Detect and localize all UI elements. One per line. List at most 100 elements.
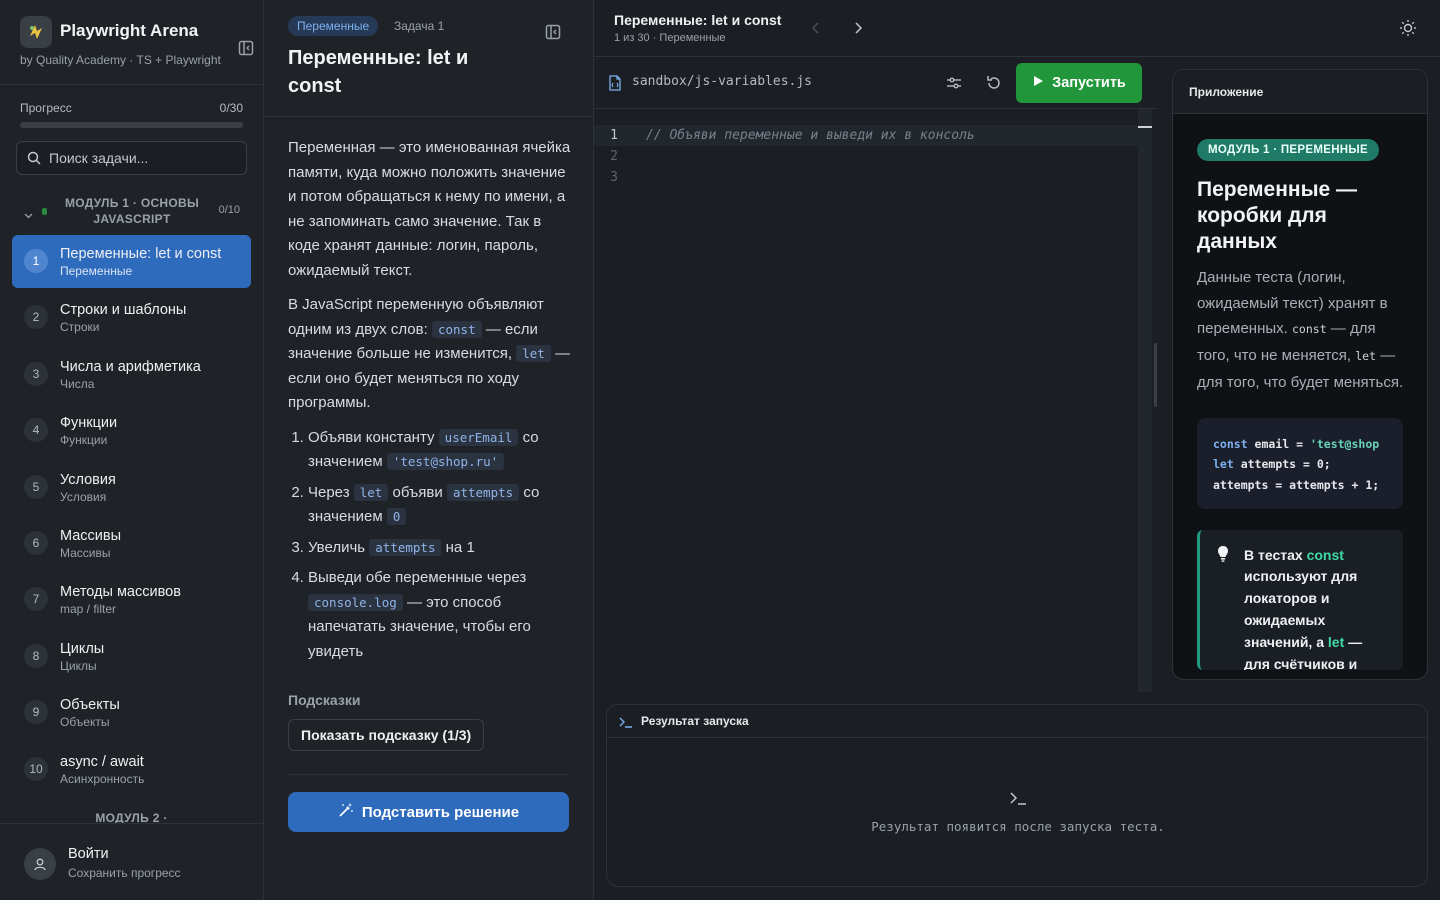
results-empty-message: Результат появится после запуска теста. [871, 819, 1165, 834]
sidebar-task-item[interactable]: 8 Циклы Циклы [12, 630, 251, 683]
task-number-badge: 4 [24, 418, 48, 443]
show-hint-button[interactable]: Показать подсказку (1/3) [288, 719, 485, 751]
module-status-dot [42, 208, 47, 215]
login-button[interactable]: Войти [68, 846, 109, 862]
task-item-title: Числа и арифметика [60, 358, 201, 375]
user-icon [24, 848, 56, 880]
file-name[interactable]: sandbox/js-variables.js [632, 74, 812, 89]
task-item-title: Циклы [60, 640, 105, 657]
task-number-badge: 6 [24, 530, 48, 555]
editor-scrollbar[interactable] [1138, 109, 1152, 692]
task-number-badge: 1 [24, 249, 48, 273]
inline-code: const [431, 320, 482, 338]
brand: Playwright Arena by Quality Academy · TS… [20, 16, 254, 72]
task-number-badge: 9 [24, 700, 48, 725]
task-header: Переменные Задача 1 Переменные: let и co… [264, 0, 593, 117]
collapse-panel-icon[interactable] [545, 24, 561, 43]
preview-title: Приложение [1189, 85, 1264, 99]
topic-badge: Переменные [288, 16, 379, 36]
next-task-icon[interactable] [850, 18, 866, 38]
logo-icon [20, 16, 52, 48]
inline-code: console.log [308, 593, 403, 611]
run-button[interactable]: Запустить [1016, 63, 1142, 103]
sidebar-task-item[interactable]: 6 Массивы Массивы [12, 517, 251, 570]
hints-heading: Подсказки [288, 692, 361, 708]
sidebar-task-item[interactable]: 3 Числа и арифметика Числа [12, 348, 251, 401]
search-input[interactable] [49, 142, 239, 174]
task-number-badge: 2 [24, 305, 48, 330]
tip-text: В тестах const используют для локаторов … [1244, 546, 1363, 670]
brand-title: Playwright Arena [60, 21, 199, 40]
play-icon [1032, 75, 1044, 91]
step-item: Выведи обе переменные через console.log … [308, 566, 573, 664]
current-task-title: Переменные: let и const [614, 12, 782, 28]
insert-solution-label: Подставить решение [361, 803, 520, 821]
module-header[interactable]: МОДУЛЬ 1 · ОСНОВЫ JAVASCRIPT 0/10 [16, 194, 247, 228]
task-title: Переменные: let и const [288, 47, 469, 97]
task-item-title: Объекты [60, 697, 120, 714]
module-badge: МОДУЛЬ 1 · ПЕРЕМЕННЫЕ [1197, 139, 1379, 161]
inline-code: attempts [369, 538, 442, 556]
code-editor: sandbox/js-variables.js Запустить 1 // О… [594, 57, 1158, 692]
task-item-title: async / await [60, 753, 144, 770]
theme-toggle-icon[interactable] [1398, 18, 1418, 38]
task-item-subtitle: Числа [60, 376, 95, 391]
app-preview: Приложение МОДУЛЬ 1 · ПЕРЕМЕННЫЕ Перемен… [1172, 69, 1428, 680]
top-bar: Переменные: let и const 1 из 30 · Переме… [594, 0, 1440, 57]
settings-sliders-icon[interactable] [944, 73, 964, 96]
task-item-subtitle: Циклы [60, 658, 97, 673]
inline-code: attempts [446, 483, 520, 501]
code-line[interactable]: 2 [594, 146, 1152, 167]
panel-resize-handle[interactable] [1154, 343, 1157, 407]
terminal-icon [1009, 790, 1027, 809]
divider [288, 774, 569, 775]
task-item-subtitle: Массивы [60, 545, 111, 560]
task-item-title: Методы массивов [60, 584, 181, 601]
task-item-subtitle: Объекты [60, 715, 110, 730]
scrollbar-cursor-marker [1138, 126, 1152, 128]
divider [0, 84, 263, 85]
sidebar-task-item[interactable]: 5 Условия Условия [12, 461, 251, 514]
insert-solution-button[interactable]: Подставить решение [288, 792, 569, 832]
code-area[interactable]: 1 // Объяви переменные и выведи их в кон… [594, 125, 1152, 188]
line-number: 3 [610, 170, 618, 185]
task-number-badge: 10 [24, 756, 48, 781]
sidebar-task-item[interactable]: 1 Переменные: let и const Переменные [12, 235, 251, 288]
module-2-title[interactable]: МОДУЛЬ 2 · [16, 811, 247, 823]
task-item-title: Строки и шаблоны [60, 302, 187, 319]
module-title: МОДУЛЬ 1 · ОСНОВЫ JAVASCRIPT [64, 196, 200, 226]
sidebar-task-item[interactable]: 7 Методы массивов map / filter [12, 573, 251, 626]
task-panel: Переменные Задача 1 Переменные: let и co… [264, 0, 594, 900]
task-item-subtitle: Функции [60, 433, 108, 448]
steps-list: Объяви константу userEmail со значением … [288, 426, 573, 665]
task-item-title: Функции [60, 415, 118, 432]
code-line[interactable]: 1 // Объяви переменные и выведи их в кон… [594, 125, 1152, 146]
sidebar-footer[interactable]: Войти Сохранить прогресс [0, 823, 263, 900]
preview-content: МОДУЛЬ 1 · ПЕРЕМЕННЫЕ Переменные — короб… [1197, 139, 1427, 670]
inline-code: let [516, 345, 551, 362]
task-number-badge: 3 [24, 361, 48, 386]
sidebar-task-item[interactable]: 9 Объекты Объекты [12, 686, 251, 739]
task-item-title: Условия [60, 471, 116, 488]
previous-task-icon[interactable] [808, 18, 824, 38]
task-list: 1 Переменные: let и const Переменные 2 Строк… [12, 235, 251, 799]
results-header: Результат запуска [607, 705, 1427, 738]
sidebar-task-item[interactable]: 4 Функции Функции [12, 404, 251, 457]
task-item-title: Массивы [60, 527, 122, 544]
search-box [16, 141, 247, 175]
code-line[interactable]: 3 [594, 167, 1152, 188]
sidebar-task-item[interactable]: 2 Строки и шаблоны Строки [12, 291, 251, 344]
search-icon [27, 151, 41, 168]
preview-heading: Переменные — коробки для данных [1197, 178, 1358, 253]
task-number-badge: 8 [24, 643, 48, 668]
run-results: Результат запуска Результат появится пос… [606, 704, 1428, 887]
task-number-badge: 5 [24, 474, 48, 499]
task-item-subtitle: Асинхронность [60, 771, 145, 786]
preview-header: Приложение [1173, 70, 1427, 114]
sidebar-task-item[interactable]: 10 async / await Асинхронность [12, 743, 251, 796]
reset-icon[interactable] [984, 73, 1004, 96]
line-number: 1 [610, 128, 618, 143]
progress-label: Прогресс [20, 101, 72, 115]
collapse-sidebar-icon[interactable] [238, 40, 256, 56]
preview-description: Данные теста (логин, ожидаемый текст) хр… [1197, 269, 1404, 391]
